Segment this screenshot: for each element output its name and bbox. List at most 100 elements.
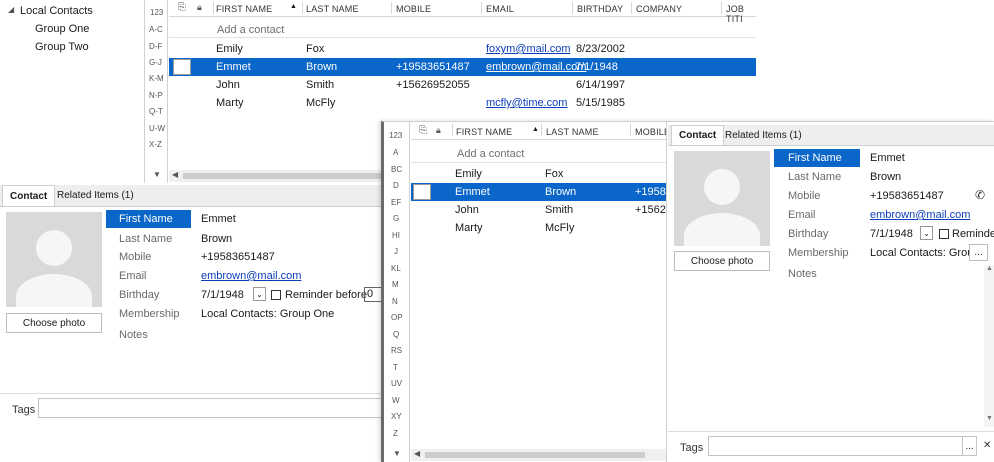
col-birthday[interactable]: BIRTHDAY bbox=[577, 4, 623, 14]
phone-icon[interactable]: ✆ bbox=[975, 188, 985, 202]
choose-photo-button[interactable]: Choose photo bbox=[6, 313, 102, 333]
index-d[interactable]: D bbox=[393, 181, 399, 190]
col-job-title[interactable]: JOB TITI bbox=[726, 4, 756, 24]
table-row[interactable]: Marty McFly mcfly@time.com 5/15/1985 bbox=[169, 94, 756, 112]
lock-icon[interactable]: 🔒︎ bbox=[436, 125, 441, 136]
scroll-down-icon[interactable]: ▼ bbox=[393, 449, 401, 458]
first-name-value[interactable]: Emmet bbox=[201, 213, 236, 225]
membership-browse-button[interactable]: ... bbox=[969, 244, 988, 261]
table-row[interactable]: Emily Fox bbox=[411, 165, 666, 183]
birthday-label: Birthday bbox=[788, 228, 829, 240]
collapse-arrow-icon[interactable]: ◢ bbox=[8, 5, 14, 14]
index-g[interactable]: G bbox=[393, 214, 399, 223]
col-mobile[interactable]: MOBILE bbox=[635, 127, 666, 137]
membership-value[interactable]: Local Contacts: Group bbox=[870, 247, 979, 259]
tree-item-group-one[interactable]: Group One bbox=[35, 23, 89, 35]
notes-scrollbar[interactable]: ▲ ▼ bbox=[984, 265, 994, 427]
index-uv[interactable]: UV bbox=[391, 379, 402, 388]
reminder-checkbox[interactable] bbox=[939, 229, 949, 239]
index-q-t[interactable]: Q-T bbox=[149, 107, 163, 116]
tree-item-local-contacts[interactable]: Local Contacts bbox=[20, 5, 93, 17]
attachment-icon[interactable]: ⎘ bbox=[419, 125, 427, 136]
index-t[interactable]: T bbox=[393, 363, 398, 372]
mobile-value[interactable]: +19583651487 bbox=[201, 251, 275, 263]
tags-input[interactable] bbox=[708, 436, 977, 456]
notes-textarea[interactable] bbox=[870, 265, 992, 425]
index-op[interactable]: OP bbox=[391, 313, 403, 322]
col-last-name[interactable]: LAST NAME bbox=[306, 4, 359, 14]
table-row[interactable]: Marty McFly bbox=[411, 219, 666, 237]
index-d-f[interactable]: D-F bbox=[149, 42, 162, 51]
date-dropdown-icon[interactable]: ⌄ bbox=[253, 287, 266, 301]
scroll-down-icon[interactable]: ▼ bbox=[153, 170, 161, 179]
index-a-c[interactable]: A-C bbox=[149, 25, 163, 34]
popup-alphabet-index-bar: 123 A BC D EF G HI J KL M N OP Q RS T UV… bbox=[384, 122, 410, 462]
mobile-label: Mobile bbox=[119, 251, 152, 263]
index-u-w[interactable]: U-W bbox=[149, 124, 165, 133]
scroll-left-icon[interactable]: ◀ bbox=[414, 449, 420, 458]
tab-contact[interactable]: Contact bbox=[671, 125, 725, 145]
table-row-selected[interactable]: Emmet Brown +19583 bbox=[411, 183, 666, 201]
birthday-value[interactable]: 7/1/1948 bbox=[201, 289, 244, 301]
col-company[interactable]: COMPANY bbox=[636, 4, 682, 14]
tab-related-items[interactable]: Related Items (1) bbox=[718, 125, 809, 145]
mobile-value[interactable]: +19583651487 bbox=[870, 190, 944, 202]
index-ef[interactable]: EF bbox=[391, 198, 401, 207]
tags-input[interactable] bbox=[38, 398, 383, 418]
index-w[interactable]: W bbox=[392, 396, 400, 405]
index-j[interactable]: J bbox=[394, 247, 398, 256]
tags-browse-button[interactable]: ... bbox=[962, 437, 976, 455]
index-q[interactable]: Q bbox=[393, 330, 399, 339]
attachment-icon[interactable]: ⎘ bbox=[178, 2, 186, 13]
first-name-value[interactable]: Emmet bbox=[870, 152, 905, 164]
scroll-thumb[interactable] bbox=[425, 452, 645, 458]
tree-item-group-two[interactable]: Group Two bbox=[35, 41, 89, 53]
index-n[interactable]: N bbox=[392, 297, 398, 306]
index-a[interactable]: A bbox=[393, 148, 398, 157]
table-row-selected[interactable]: Emmet Brown +19583651487 embrown@mail.co… bbox=[169, 58, 756, 76]
row-checkbox[interactable] bbox=[173, 59, 191, 75]
row-checkbox[interactable] bbox=[413, 184, 431, 200]
index-123[interactable]: 123 bbox=[150, 8, 163, 17]
index-x-z[interactable]: X-Z bbox=[149, 140, 162, 149]
last-name-value[interactable]: Brown bbox=[201, 233, 232, 245]
tab-related-items[interactable]: Related Items (1) bbox=[50, 185, 141, 206]
last-name-value[interactable]: Brown bbox=[870, 171, 901, 183]
col-first-name[interactable]: FIRST NAME bbox=[456, 127, 512, 137]
index-rs[interactable]: RS bbox=[391, 346, 402, 355]
index-kl[interactable]: KL bbox=[391, 264, 401, 273]
col-last-name[interactable]: LAST NAME bbox=[546, 127, 599, 137]
col-email[interactable]: EMAIL bbox=[486, 4, 514, 14]
table-row[interactable]: John Smith +15626952055 6/14/1997 bbox=[169, 76, 756, 94]
first-name-label: First Name bbox=[119, 213, 173, 225]
add-contact-row[interactable]: Add a contact bbox=[217, 24, 284, 36]
col-mobile[interactable]: MOBILE bbox=[396, 4, 431, 14]
index-g-j[interactable]: G-J bbox=[149, 58, 162, 67]
scroll-left-icon[interactable]: ◀ bbox=[172, 170, 178, 179]
horizontal-scrollbar[interactable]: ◀ bbox=[411, 449, 666, 461]
index-bc[interactable]: BC bbox=[391, 165, 402, 174]
add-contact-row[interactable]: Add a contact bbox=[457, 148, 524, 160]
choose-photo-button[interactable]: Choose photo bbox=[674, 251, 770, 271]
email-value[interactable]: embrown@mail.com bbox=[870, 209, 970, 221]
tab-contact[interactable]: Contact bbox=[2, 185, 56, 206]
membership-value[interactable]: Local Contacts: Group One bbox=[201, 308, 334, 320]
index-n-p[interactable]: N-P bbox=[149, 91, 163, 100]
index-k-m[interactable]: K-M bbox=[149, 74, 164, 83]
table-row[interactable]: Emily Fox foxym@mail.com 8/23/2002 bbox=[169, 40, 756, 58]
reminder-checkbox[interactable] bbox=[271, 290, 281, 300]
alphabet-index-bar: 123 A-C D-F G-J K-M N-P Q-T U-W X-Z ▼ bbox=[146, 0, 168, 183]
index-xy[interactable]: XY bbox=[391, 412, 402, 421]
date-dropdown-icon[interactable]: ⌄ bbox=[920, 226, 933, 240]
index-hi[interactable]: HI bbox=[392, 231, 400, 240]
col-first-name[interactable]: FIRST NAME bbox=[216, 4, 272, 14]
birthday-value[interactable]: 7/1/1948 bbox=[870, 228, 913, 240]
table-row[interactable]: John Smith +15626 bbox=[411, 201, 666, 219]
index-m[interactable]: M bbox=[392, 280, 399, 289]
reminder-days-input[interactable]: 0 bbox=[364, 287, 382, 302]
email-value[interactable]: embrown@mail.com bbox=[201, 270, 301, 282]
index-z[interactable]: Z bbox=[393, 429, 398, 438]
index-123[interactable]: 123 bbox=[389, 131, 402, 140]
lock-icon[interactable]: 🔒︎ bbox=[197, 2, 202, 13]
tags-clear-icon[interactable]: ✕ bbox=[983, 440, 991, 451]
